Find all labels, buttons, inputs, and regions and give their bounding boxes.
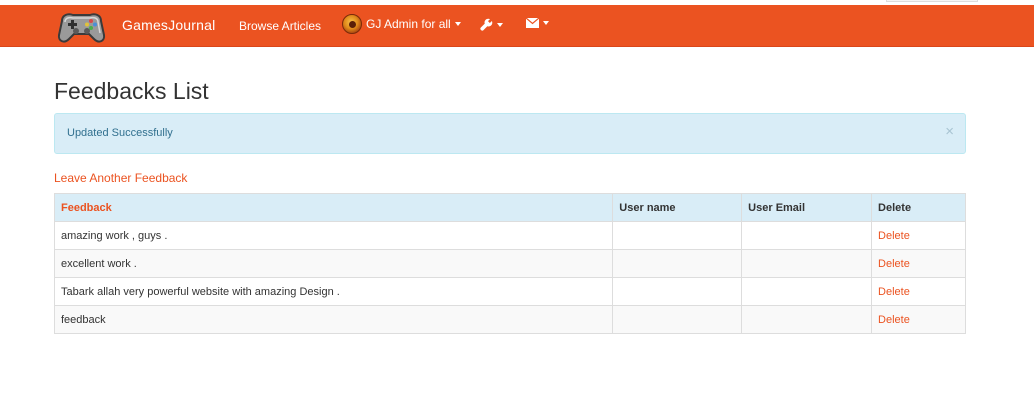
column-header-user-name: User name: [612, 193, 743, 222]
table-row: excellent work . Delete: [53, 249, 966, 278]
feedback-cell: excellent work .: [53, 249, 614, 278]
column-header-user-email: User Email: [741, 193, 873, 222]
feedback-cell: amazing work , guys .: [53, 221, 614, 250]
user-email-cell: [741, 277, 873, 306]
delete-link[interactable]: Delete: [878, 230, 910, 242]
table-row: Tabark allah very powerful website with …: [53, 277, 966, 306]
user-name-cell: [612, 221, 743, 250]
user-name-cell: [612, 277, 743, 306]
envelope-icon: [526, 18, 539, 28]
user-name-cell: [612, 305, 743, 334]
feedback-cell: feedback: [53, 305, 614, 334]
brand-link[interactable]: GamesJournal: [122, 17, 215, 33]
gamepad-icon[interactable]: [56, 7, 107, 45]
navbar: GamesJournal Browse Articles GJ Admin fo…: [0, 5, 1034, 47]
delete-cell: Delete: [871, 221, 966, 250]
feedback-cell: Tabark allah very powerful website with …: [53, 277, 614, 306]
leave-feedback-link[interactable]: Leave Another Feedback: [54, 171, 187, 185]
feedback-table: Feedback User name User Email Delete ama…: [53, 193, 966, 334]
user-email-cell: [741, 249, 873, 278]
chevron-down-icon: [497, 22, 503, 27]
table-row: amazing work , guys . Delete: [53, 221, 966, 250]
user-email-cell: [741, 221, 873, 250]
column-header-feedback[interactable]: Feedback: [53, 193, 614, 222]
table-header-row: Feedback User name User Email Delete: [53, 193, 966, 222]
avatar: [342, 14, 362, 34]
delete-link[interactable]: Delete: [878, 258, 910, 270]
nav-user-menu[interactable]: GJ Admin for all: [342, 14, 461, 34]
success-alert: Updated Successfully ×: [54, 113, 966, 154]
close-icon[interactable]: ×: [945, 124, 954, 139]
user-email-cell: [741, 305, 873, 334]
delete-cell: Delete: [871, 305, 966, 334]
user-name-cell: [612, 249, 743, 278]
alert-message: Updated Successfully: [67, 127, 173, 139]
chevron-down-icon: [543, 21, 549, 25]
column-header-delete: Delete: [871, 193, 966, 222]
nav-user-label: GJ Admin for all: [366, 17, 451, 31]
delete-cell: Delete: [871, 277, 966, 306]
top-tab: [886, 0, 978, 2]
nav-messages-menu[interactable]: [526, 18, 549, 28]
table-row: feedback Delete: [53, 305, 966, 334]
page-title: Feedbacks List: [54, 78, 209, 104]
wrench-icon: [480, 18, 493, 31]
delete-cell: Delete: [871, 249, 966, 278]
nav-tools-menu[interactable]: [480, 18, 503, 31]
nav-browse-articles[interactable]: Browse Articles: [239, 19, 321, 33]
delete-link[interactable]: Delete: [878, 314, 910, 326]
delete-link[interactable]: Delete: [878, 286, 910, 298]
chevron-down-icon: [454, 22, 461, 26]
